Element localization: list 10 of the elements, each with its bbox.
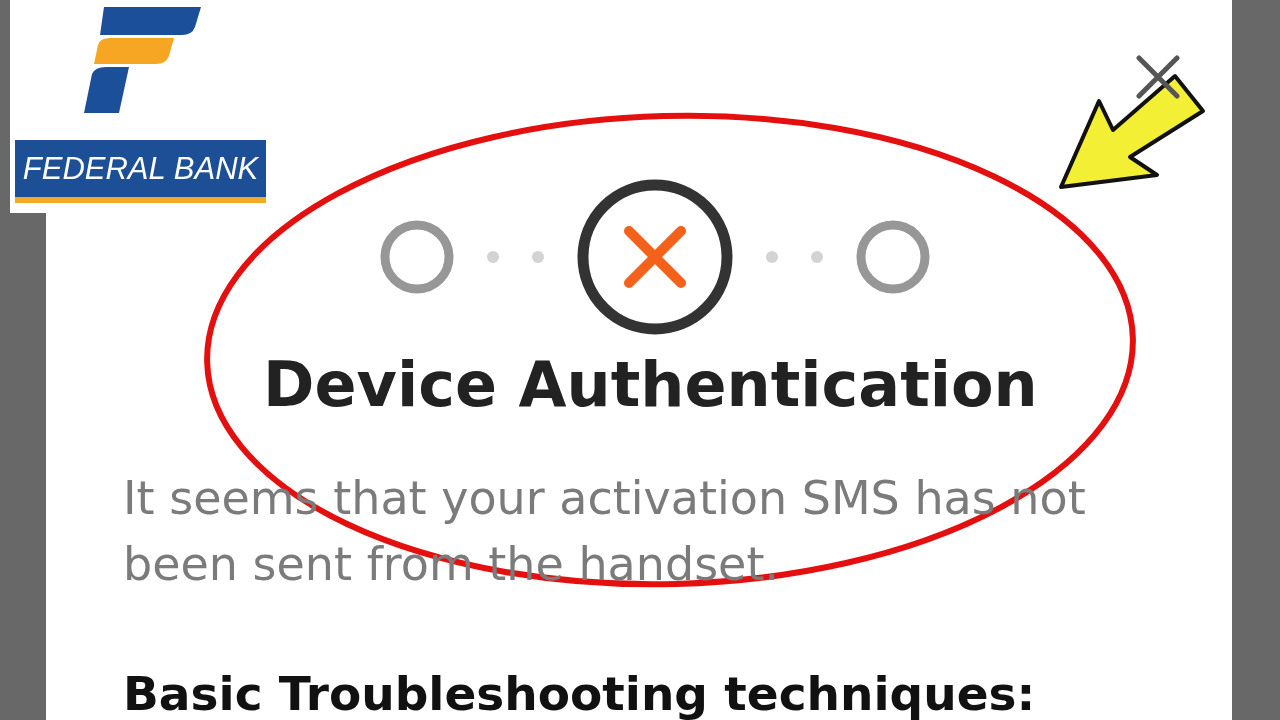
dot-icon xyxy=(487,251,499,263)
dot-icon xyxy=(811,251,823,263)
dot-icon xyxy=(766,251,778,263)
dialog-title: Device Authentication xyxy=(263,349,1038,421)
close-button[interactable] xyxy=(1134,53,1182,101)
bank-wordmark: FEDERAL BANK xyxy=(22,153,259,184)
dot-icon xyxy=(532,251,544,263)
section-heading: Basic Troubleshooting techniques: xyxy=(123,668,1036,720)
logo-icon xyxy=(84,7,201,113)
close-icon xyxy=(1136,55,1180,99)
